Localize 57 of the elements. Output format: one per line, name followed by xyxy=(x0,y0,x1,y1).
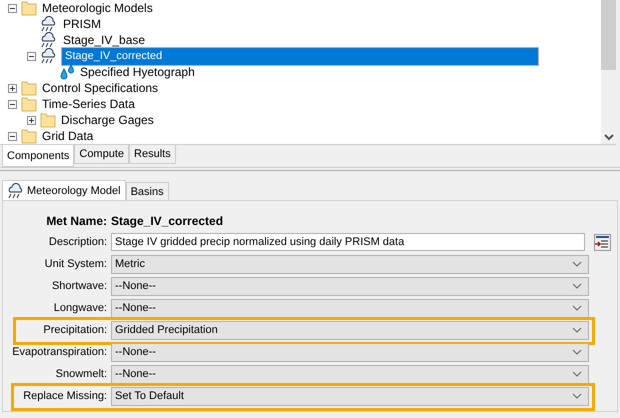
chevron-down-icon xyxy=(572,349,582,355)
cloud-rain-icon xyxy=(40,32,58,48)
folder-icon xyxy=(21,96,37,112)
description-field[interactable]: Stage IV gridded precip normalized using daily PRISM data xyxy=(111,233,585,251)
tree-item[interactable]: Meteorologic Models xyxy=(40,0,155,16)
dropdown[interactable]: Set To Default xyxy=(111,386,589,406)
collapse-toggle[interactable] xyxy=(8,100,17,108)
cloud-rain-icon xyxy=(40,16,58,32)
field-label: Evapotranspiration: xyxy=(11,346,107,358)
field-label: Snowmelt: xyxy=(54,368,107,380)
cloud-rain-icon xyxy=(7,182,25,198)
dropdown[interactable]: --None-- xyxy=(111,364,589,384)
met-name-label: Met Name: xyxy=(45,214,107,228)
collapse-toggle[interactable] xyxy=(8,132,17,140)
chevron-down-icon xyxy=(572,305,582,311)
tab[interactable]: Basins xyxy=(126,182,169,200)
field-label: Unit System: xyxy=(44,258,107,270)
folder-icon xyxy=(40,112,56,128)
dropdown[interactable]: --None-- xyxy=(111,342,589,362)
tree-item[interactable]: Discharge Gages xyxy=(59,112,156,128)
editor-icon[interactable] xyxy=(594,234,611,250)
chevron-down-icon xyxy=(572,283,582,289)
tree-item[interactable]: Control Specifications xyxy=(40,80,160,96)
folder-icon xyxy=(21,0,37,16)
chevron-down-icon xyxy=(572,327,582,333)
tab[interactable]: Compute xyxy=(74,145,130,164)
dropdown[interactable]: Metric xyxy=(111,254,589,274)
tree-item[interactable]: Stage_IV_base xyxy=(61,32,148,48)
water-drops-icon xyxy=(59,64,75,80)
field-label: Description: xyxy=(48,236,107,248)
collapse-toggle[interactable] xyxy=(8,4,17,12)
dropdown[interactable]: --None-- xyxy=(111,298,589,318)
tree-item[interactable]: Time-Series Data xyxy=(40,96,137,112)
chevron-down-icon xyxy=(572,261,582,267)
tree-item[interactable]: Specified Hyetograph xyxy=(78,64,197,80)
field-label: Shortwave: xyxy=(50,280,107,292)
chevron-down-icon xyxy=(572,393,582,399)
tab[interactable]: Meteorology Model xyxy=(2,180,126,200)
folder-icon xyxy=(21,80,37,96)
dropdown[interactable]: --None-- xyxy=(111,276,589,296)
scroll-down-icon[interactable] xyxy=(604,133,614,141)
tree-item[interactable]: Stage_IV_corrected xyxy=(61,46,539,66)
field-label: Precipitation: xyxy=(42,324,107,336)
tree-item[interactable]: Grid Data xyxy=(40,128,96,144)
dropdown[interactable]: Gridded Precipitation xyxy=(111,320,589,340)
chevron-down-icon xyxy=(572,371,582,377)
cloud-rain-icon xyxy=(40,48,58,64)
tab[interactable]: Components xyxy=(2,145,74,167)
collapse-toggle[interactable] xyxy=(27,52,36,60)
tree-item[interactable]: PRISM xyxy=(61,16,104,32)
field-label: Longwave: xyxy=(52,302,107,314)
tab[interactable]: Results xyxy=(129,145,176,164)
expand-toggle[interactable] xyxy=(8,84,17,92)
scrollbar[interactable] xyxy=(601,0,616,144)
expand-toggle[interactable] xyxy=(27,116,36,124)
field-label: Replace Missing: xyxy=(22,390,107,402)
met-name-value: Stage_IV_corrected xyxy=(111,214,224,228)
